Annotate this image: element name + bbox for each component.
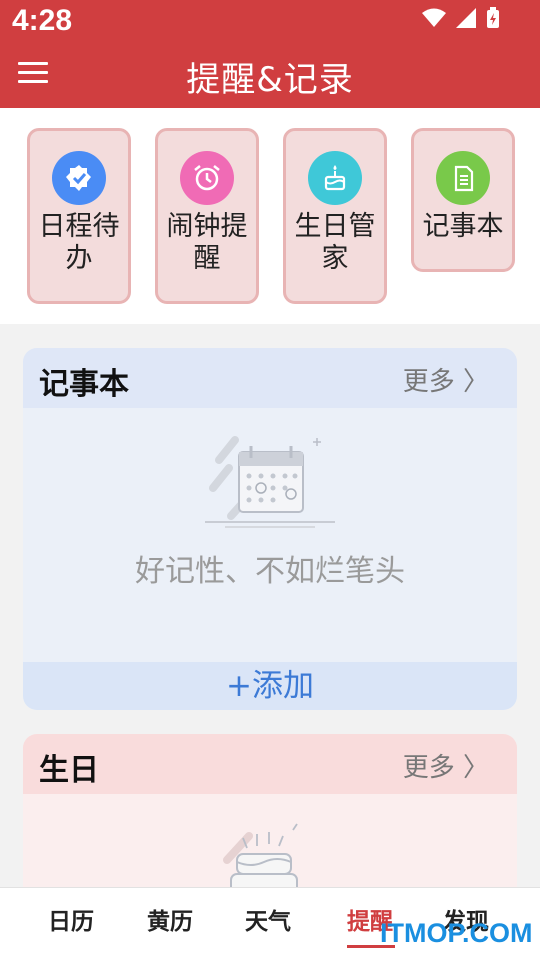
- quick-item-label: 记事本: [422, 211, 504, 242]
- quick-item-label: 闹钟提醒: [166, 211, 248, 274]
- status-icons: [422, 7, 500, 29]
- document-icon: [436, 151, 490, 205]
- notes-empty-text: 好记性、不如烂笔头: [135, 554, 405, 589]
- watermark: ITMOP.COM: [380, 918, 533, 948]
- empty-calendar-illustration: [205, 436, 335, 528]
- tab-calendar[interactable]: 日历: [48, 902, 94, 936]
- tab-almanac[interactable]: 黄历: [147, 902, 193, 936]
- status-time: 4:28: [12, 4, 73, 37]
- app-bar: 提醒&记录: [0, 44, 540, 108]
- quick-item-birthday[interactable]: 生日管家: [283, 128, 387, 304]
- birthday-cake-icon: [308, 151, 362, 205]
- notes-title: 记事本: [39, 367, 129, 402]
- tab-weather[interactable]: 天气: [245, 902, 291, 936]
- quick-item-label: 生日管家: [294, 211, 376, 274]
- alarm-clock-icon: [180, 151, 234, 205]
- signal-icon: [456, 8, 476, 28]
- status-bar: 4:28: [0, 0, 540, 44]
- birthday-header: 生日 更多 〉: [23, 734, 517, 794]
- birthday-more-link[interactable]: 更多 〉: [403, 747, 489, 784]
- empty-cake-illustration: [223, 823, 298, 894]
- quick-item-schedule[interactable]: 日程待办: [27, 128, 131, 304]
- notes-add-button[interactable]: +添加: [23, 662, 517, 710]
- notes-card: 记事本 更多 〉 好记性、不如烂笔头 +添加: [23, 348, 517, 710]
- quick-item-notepad[interactable]: 记事本: [411, 128, 515, 272]
- quick-item-label: 日程待办: [38, 211, 120, 274]
- battery-icon: [487, 7, 499, 28]
- quick-actions: 日程待办 闹钟提醒 生日管家 记事本: [0, 108, 540, 324]
- badge-check-icon: [52, 151, 106, 205]
- notes-header: 记事本 更多 〉: [23, 348, 517, 408]
- quick-item-alarm[interactable]: 闹钟提醒: [155, 128, 259, 304]
- notes-more-link[interactable]: 更多 〉: [403, 361, 489, 398]
- page-title: 提醒&记录: [186, 60, 354, 100]
- wifi-icon: [422, 8, 446, 27]
- birthday-title: 生日: [39, 753, 99, 788]
